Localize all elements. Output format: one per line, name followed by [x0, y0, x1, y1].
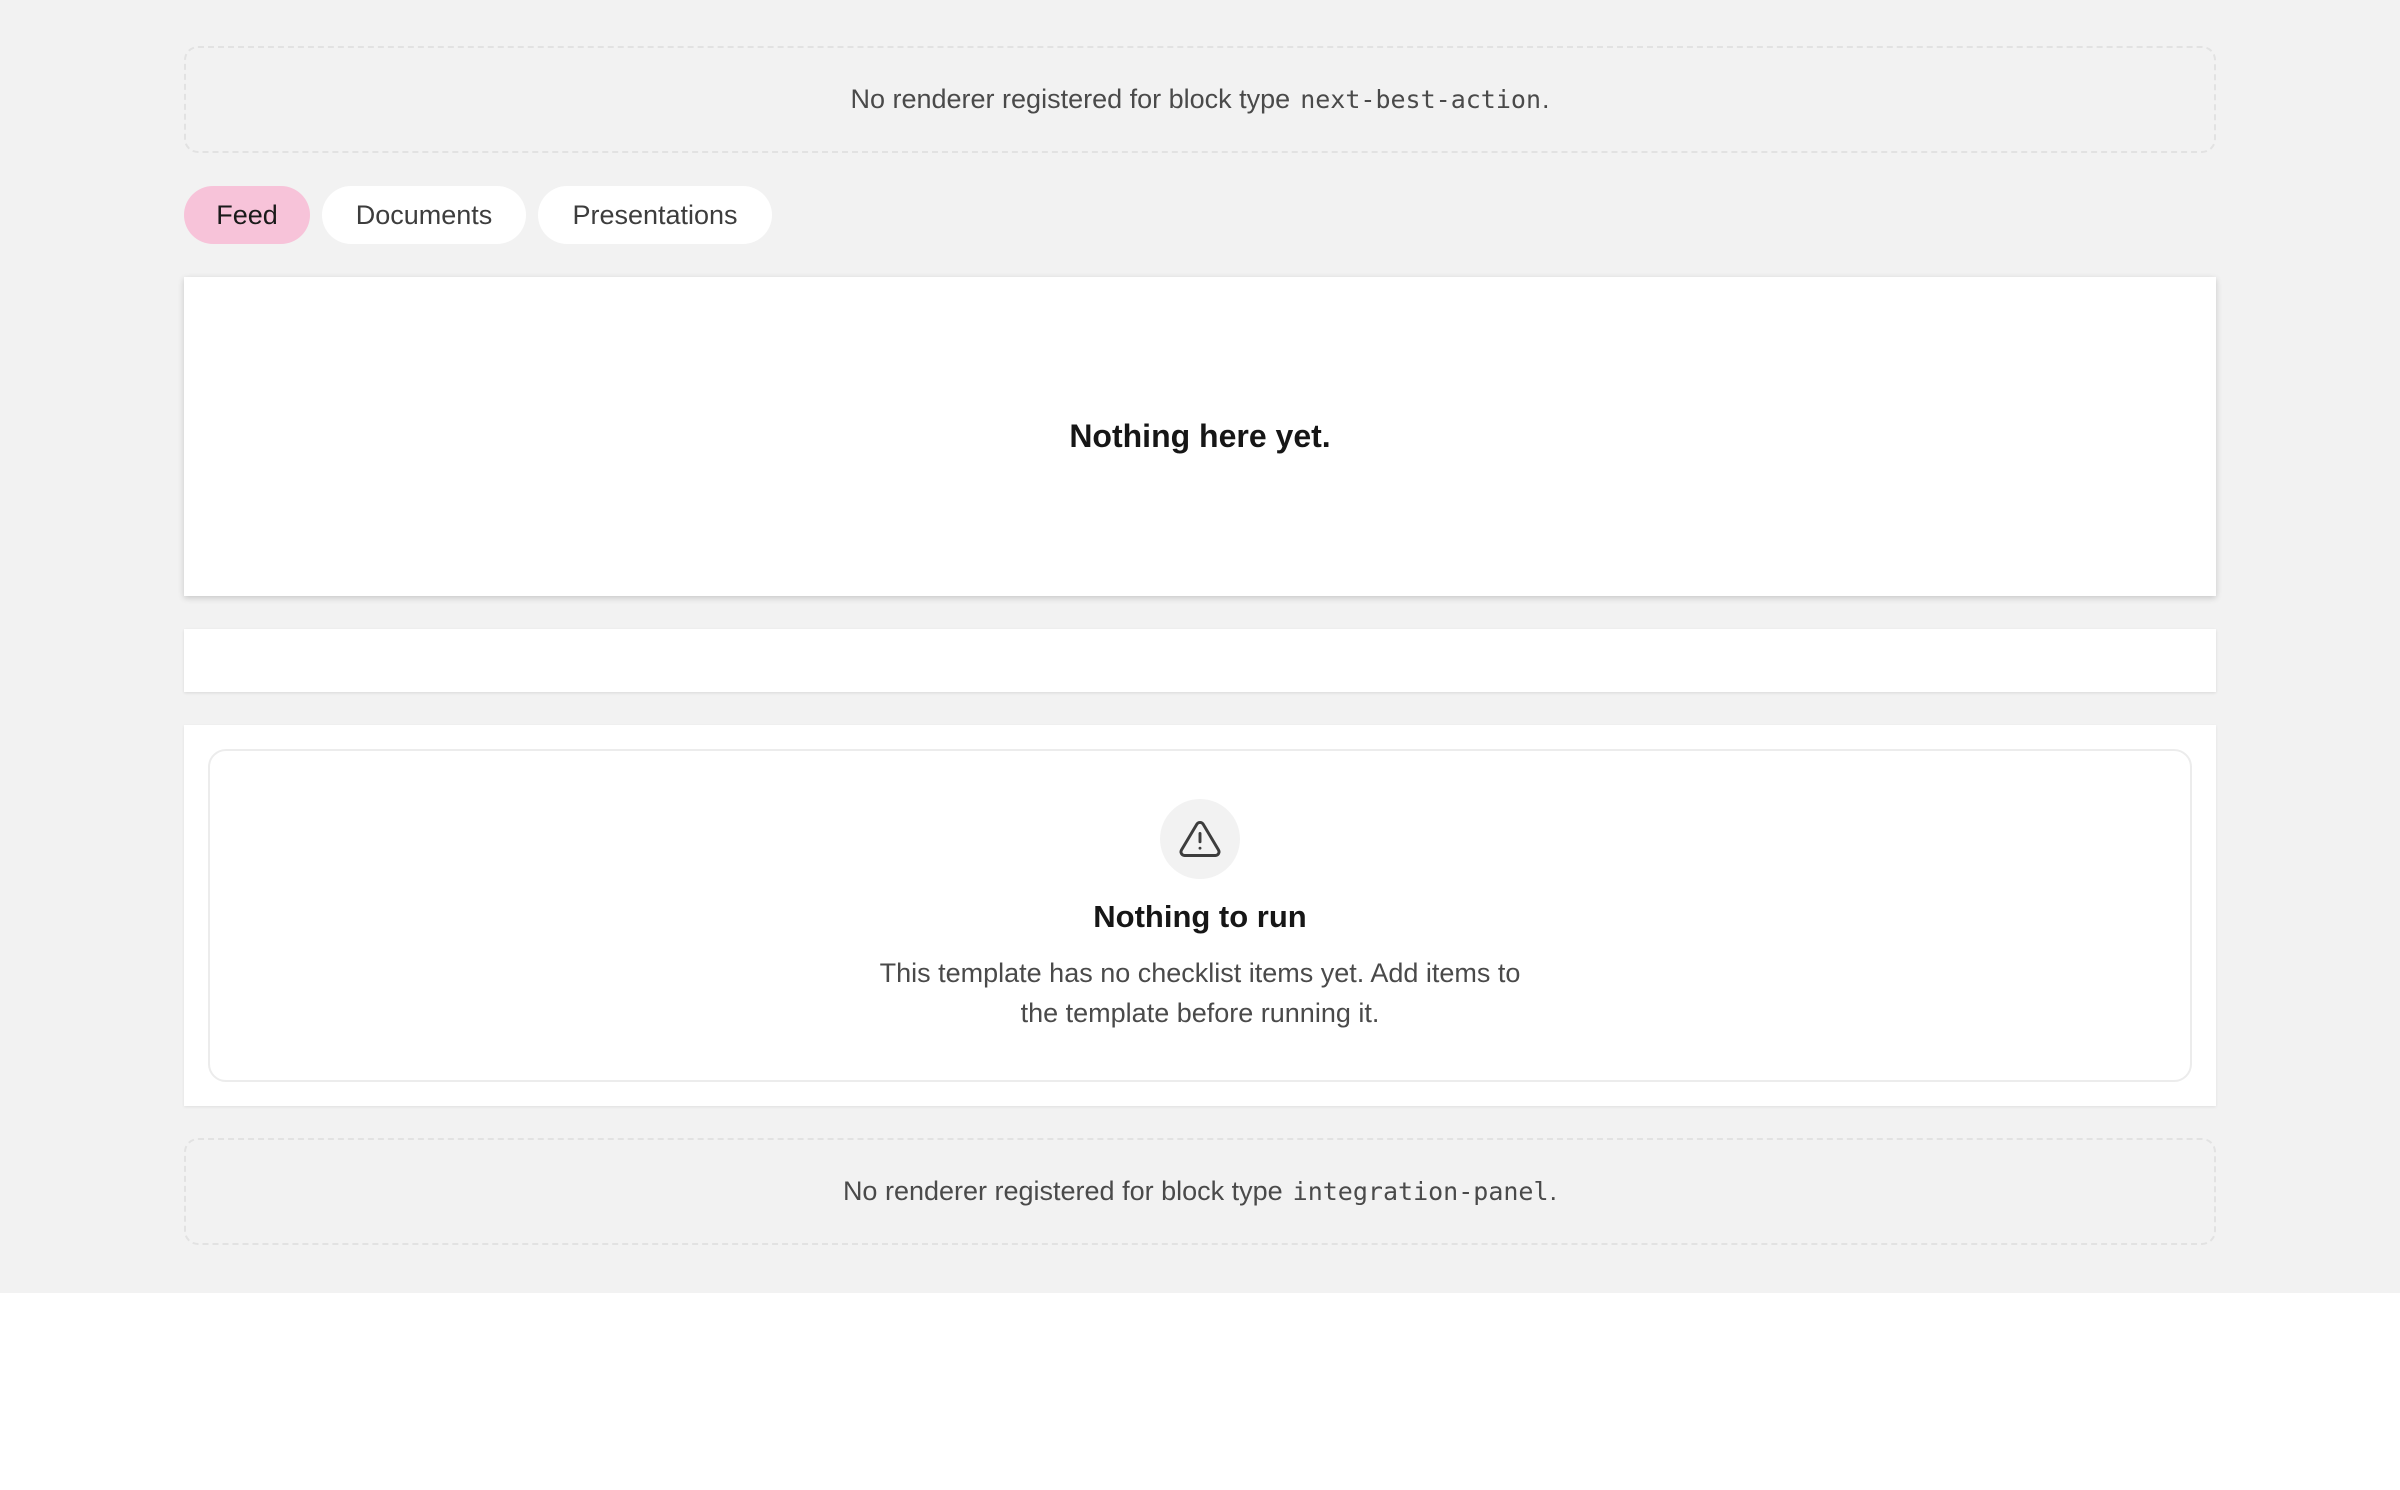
empty-state: Nothing to run This template has no chec…	[208, 749, 2192, 1082]
block-type-code: integration-panel	[1292, 1177, 1549, 1206]
feed-empty-message: Nothing here yet.	[1069, 418, 1331, 454]
warning-icon-badge	[1160, 799, 1240, 879]
tab-bar: Feed Documents Presentations	[184, 186, 772, 244]
notice-suffix: .	[1542, 84, 1550, 114]
empty-state-description: This template has no checklist items yet…	[879, 958, 1521, 1028]
missing-renderer-notice: No renderer registered for block type ne…	[184, 46, 2216, 153]
notice-text: No renderer registered for block type	[842, 1176, 1283, 1206]
block-type-code: next-best-action	[1300, 85, 1542, 114]
warning-triangle-icon	[1179, 821, 1221, 857]
tab-presentations[interactable]: Presentations	[538, 186, 772, 244]
notice-suffix: .	[1549, 1176, 1558, 1206]
tab-feed[interactable]: Feed	[184, 186, 310, 244]
missing-renderer-notice: No renderer registered for block type in…	[184, 1138, 2216, 1245]
empty-state-title: Nothing to run	[1093, 899, 1307, 934]
tab-documents[interactable]: Documents	[322, 186, 526, 244]
feed-panel: Nothing here yet.	[184, 277, 2216, 596]
app-root: No renderer registered for block type ne…	[0, 0, 2400, 1293]
notice-text: No renderer registered for block type	[850, 84, 1291, 114]
checklist-run-card: Nothing to run This template has no chec…	[184, 725, 2216, 1106]
empty-block-card	[184, 629, 2216, 692]
